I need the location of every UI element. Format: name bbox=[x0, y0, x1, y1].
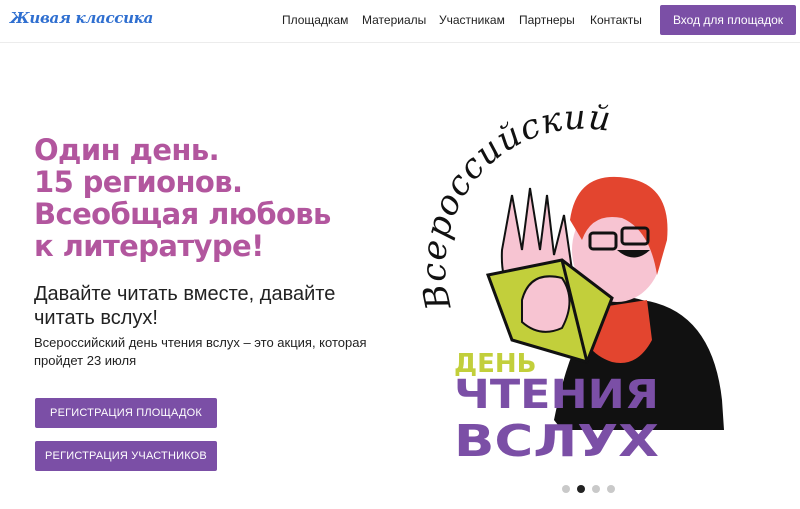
holding-hand bbox=[521, 275, 571, 333]
poster-line-aloud: ВСЛУХ bbox=[454, 416, 659, 467]
hero-description: Всероссийский день чтения вслух – это ак… bbox=[34, 335, 367, 368]
nav-item-partners[interactable]: Партнеры bbox=[519, 13, 575, 27]
hero-heading-line: Всеобщая любовь bbox=[34, 197, 331, 231]
register-participants-button[interactable]: РЕГИСТРАЦИЯ УЧАСТНИКОВ bbox=[35, 441, 217, 471]
carousel-dot[interactable] bbox=[592, 485, 600, 493]
event-poster-illustration: Всероссийский ДЕНЬ ЧТЕНИЯ ВСЛУХ bbox=[414, 100, 724, 467]
carousel-dot[interactable] bbox=[607, 485, 615, 493]
register-venues-button[interactable]: РЕГИСТРАЦИЯ ПЛОЩАДОК bbox=[35, 398, 217, 428]
nav-item-venues[interactable]: Площадкам bbox=[282, 13, 348, 27]
poster-line-reading: ЧТЕНИЯ bbox=[454, 372, 659, 418]
hero-heading: Один день. 15 регионов. Всеобщая любовь … bbox=[34, 134, 414, 262]
carousel-dot[interactable] bbox=[562, 485, 570, 493]
hero-heading-line: 15 регионов. bbox=[34, 165, 243, 199]
carousel-dot-active[interactable] bbox=[577, 485, 585, 493]
carousel-slide: Всероссийский ДЕНЬ ЧТЕНИЯ ВСЛУХ bbox=[412, 100, 728, 476]
nav-item-contacts[interactable]: Контакты bbox=[590, 13, 642, 27]
nav-item-participants[interactable]: Участникам bbox=[439, 13, 505, 27]
hero-subheading: Давайте читать вместе, давайте читать вс… bbox=[34, 283, 336, 329]
site-header: Живая классика Площадкам Материалы Участ… bbox=[0, 0, 800, 43]
venue-login-button[interactable]: Вход для площадок bbox=[660, 5, 796, 35]
nav-item-materials[interactable]: Материалы bbox=[362, 13, 426, 27]
hero-heading-line: к литературе! bbox=[34, 229, 264, 263]
hero-heading-line: Один день. bbox=[34, 133, 220, 167]
